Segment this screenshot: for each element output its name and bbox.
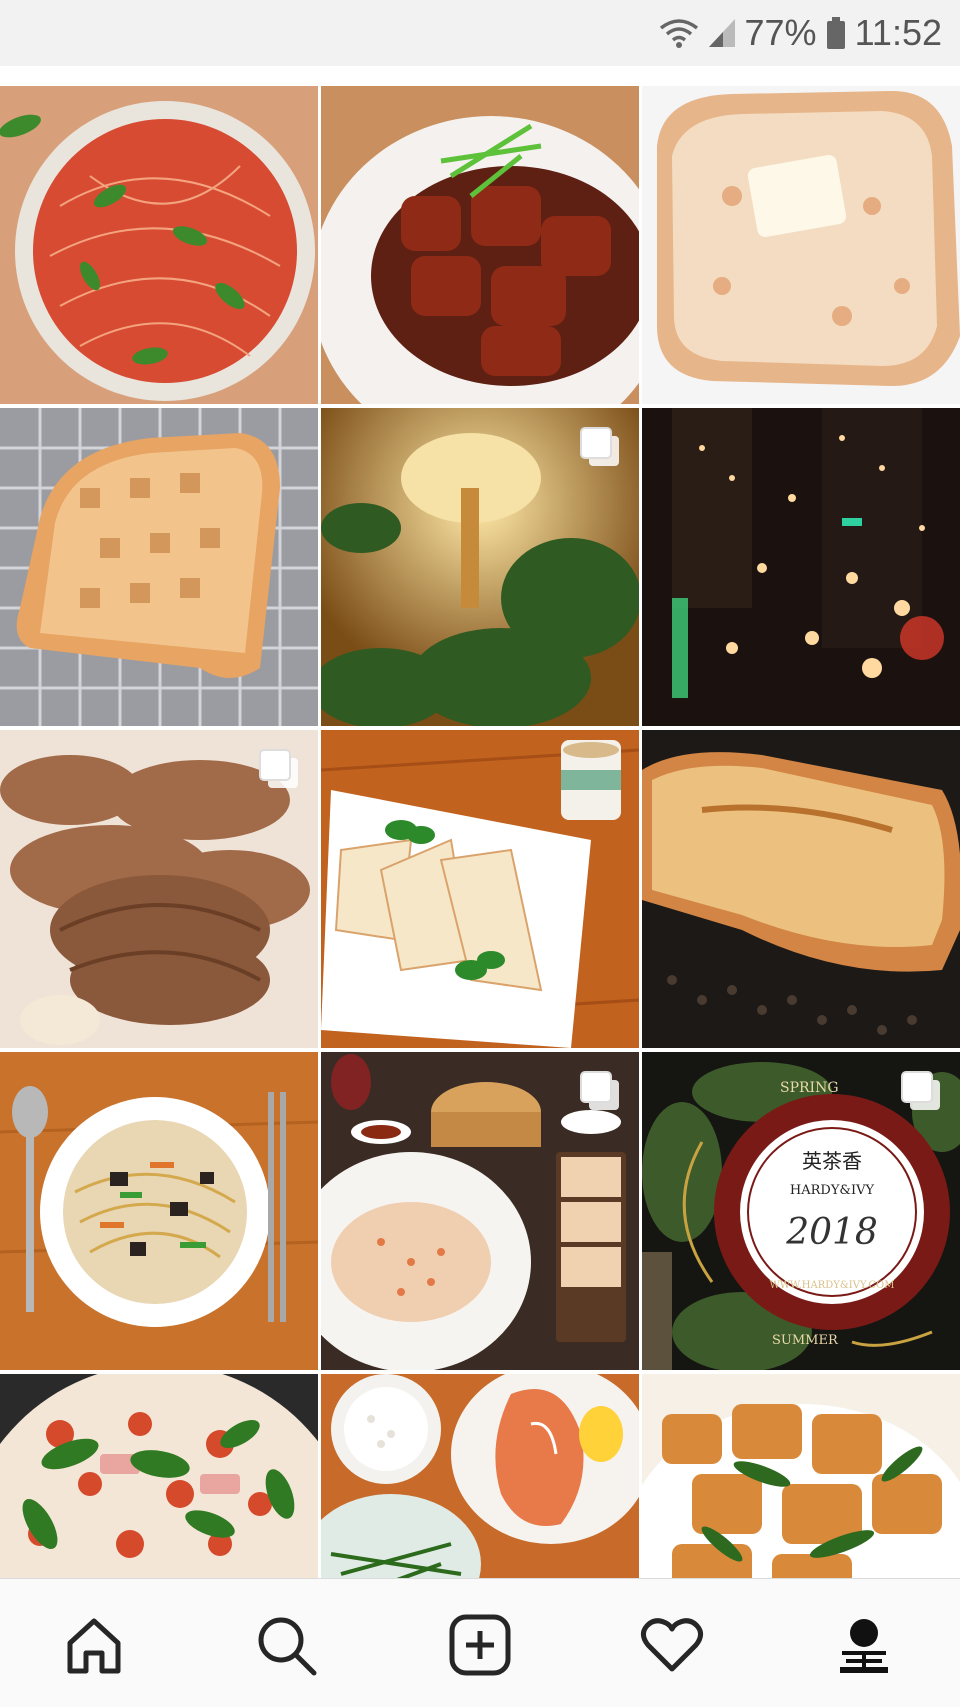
post-thumbnail[interactable] — [642, 1374, 960, 1578]
post-thumbnail[interactable] — [0, 1052, 318, 1370]
post-thumbnail[interactable] — [0, 730, 318, 1048]
signal-icon — [707, 17, 737, 49]
poster-summer: SUMMER — [772, 1333, 839, 1348]
nav-profile-button[interactable] — [828, 1609, 900, 1681]
status-indicators: 77% 11:52 — [659, 10, 942, 56]
post-image — [642, 408, 960, 726]
multiple-photos-icon — [259, 749, 298, 788]
poster-spring: SPRING — [780, 1080, 839, 1096]
post-image — [0, 1374, 318, 1578]
post-image — [321, 86, 639, 404]
nav-home-button[interactable] — [58, 1609, 130, 1681]
multiple-photos-icon — [580, 427, 619, 466]
photo-grid: 英茶香 HARDY&IVY 2018 SPRING SUMMER WWW.HAR… — [0, 86, 960, 1578]
post-thumbnail[interactable] — [321, 408, 639, 726]
post-thumbnail[interactable] — [321, 1052, 639, 1370]
poster-year: 2018 — [785, 1212, 878, 1253]
post-thumbnail[interactable] — [0, 1374, 318, 1578]
wifi-icon — [659, 16, 699, 50]
post-image — [0, 86, 318, 404]
clock: 11:52 — [854, 12, 942, 53]
post-thumbnail[interactable]: 英茶香 HARDY&IVY 2018 SPRING SUMMER WWW.HAR… — [642, 1052, 960, 1370]
multiple-photos-icon — [901, 1071, 940, 1110]
post-image — [0, 1052, 318, 1370]
status-bar: 77% 11:52 — [0, 0, 960, 66]
post-thumbnail[interactable] — [321, 86, 639, 404]
post-thumbnail[interactable] — [321, 1374, 639, 1578]
post-image — [321, 1374, 639, 1578]
post-image — [642, 86, 960, 404]
top-spacer — [0, 66, 960, 86]
multiple-photos-icon — [580, 1071, 619, 1110]
post-image — [642, 730, 960, 1048]
new-post-icon — [449, 1614, 511, 1676]
post-image — [321, 730, 639, 1048]
nav-activity-button[interactable] — [636, 1609, 708, 1681]
activity-heart-icon — [640, 1618, 704, 1672]
bottom-navigation — [0, 1578, 960, 1707]
post-thumbnail[interactable] — [0, 86, 318, 404]
post-image — [642, 1374, 960, 1578]
post-thumbnail[interactable] — [642, 730, 960, 1048]
home-icon — [67, 1618, 121, 1674]
search-icon — [258, 1617, 317, 1676]
poster-brand: HARDY&IVY — [790, 1183, 875, 1198]
post-thumbnail[interactable] — [642, 408, 960, 726]
post-thumbnail[interactable] — [321, 730, 639, 1048]
poster-website: WWW.HARDY&IVY.COM — [769, 1280, 894, 1291]
battery-icon — [825, 16, 847, 50]
post-image — [0, 408, 318, 726]
profile-icon — [840, 1619, 888, 1673]
poster-chinese-title: 英茶香 — [802, 1149, 862, 1173]
post-thumbnail[interactable] — [0, 408, 318, 726]
nav-search-button[interactable] — [250, 1609, 322, 1681]
nav-new-post-button[interactable] — [444, 1609, 516, 1681]
post-thumbnail[interactable] — [642, 86, 960, 404]
battery-percent: 77% — [744, 12, 817, 53]
